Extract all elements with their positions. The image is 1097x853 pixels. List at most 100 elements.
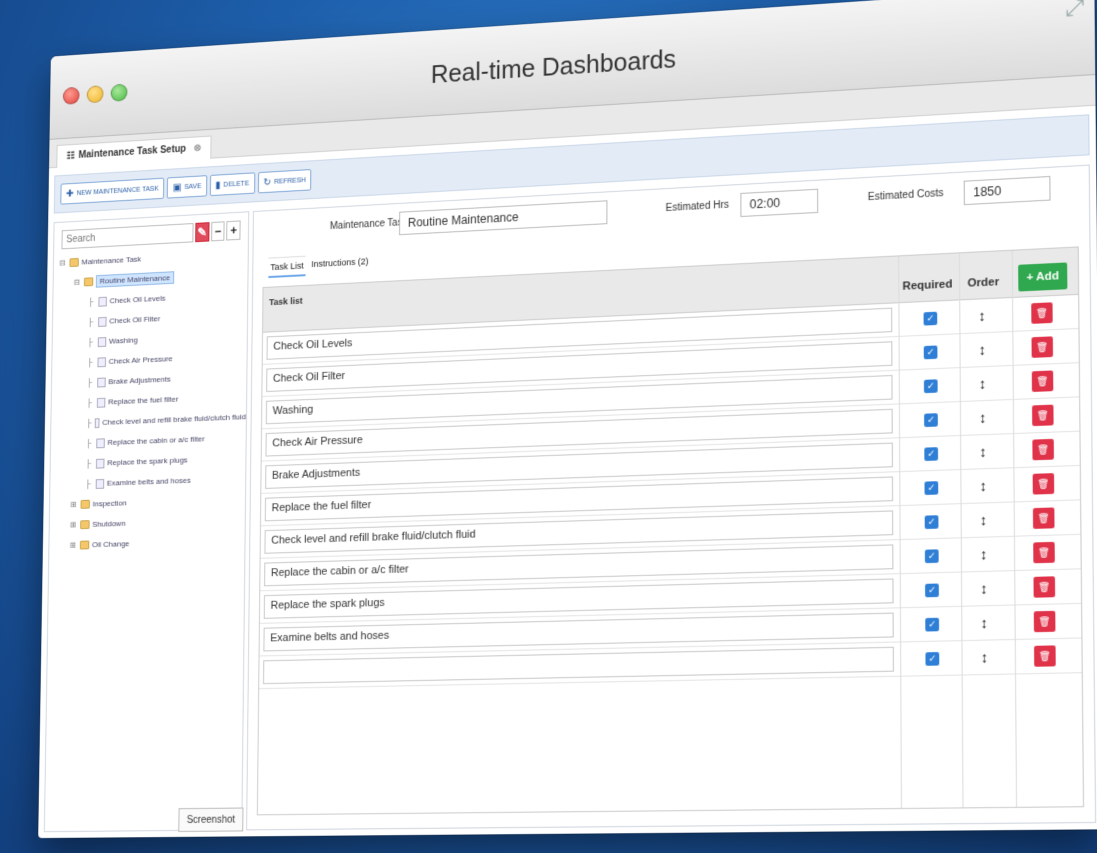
file-icon: [96, 397, 106, 408]
tree-line-icon: ├: [87, 357, 93, 367]
required-column-header: Required: [902, 278, 953, 293]
expander-icon[interactable]: ⊞: [70, 521, 78, 530]
add-task-button[interactable]: + Add: [1018, 262, 1068, 292]
drag-order-icon[interactable]: ↕: [978, 341, 986, 358]
delete-row-button[interactable]: 🗑: [1033, 610, 1056, 633]
drag-order-icon[interactable]: ↕: [980, 614, 988, 631]
tab-instructions[interactable]: Instructions (2): [309, 252, 370, 276]
expander-icon[interactable]: ⊞: [70, 500, 78, 509]
delete-row-button[interactable]: 🗑: [1031, 370, 1054, 392]
folder-icon: [80, 520, 90, 530]
tree-node-label: Oil Change: [91, 539, 130, 550]
delete-row-button[interactable]: 🗑: [1031, 336, 1054, 358]
task-name-input[interactable]: Routine Maintenance: [399, 200, 608, 236]
drag-order-icon[interactable]: ↕: [978, 307, 986, 324]
grid-icon: ☷: [66, 150, 75, 162]
tree-line-icon: ├: [85, 459, 92, 469]
file-icon: [97, 336, 107, 347]
close-tab-icon[interactable]: ⊗: [193, 143, 201, 154]
drag-order-icon[interactable]: ↕: [981, 649, 989, 666]
tab-task-list[interactable]: Task List: [268, 255, 306, 279]
file-icon: [95, 458, 105, 469]
drag-order-icon[interactable]: ↕: [980, 546, 988, 563]
required-checkbox[interactable]: ✓: [925, 651, 940, 666]
tree-search-input[interactable]: [61, 223, 194, 250]
required-checkbox[interactable]: ✓: [923, 378, 938, 393]
save-label: Save: [184, 182, 202, 191]
estimated-costs-label: Estimated Costs: [867, 187, 944, 204]
tree-node-label: Maintenance Task: [81, 254, 142, 267]
tree-node-label: Check Oil Levels: [109, 293, 166, 306]
task-column-header: Task list: [268, 295, 303, 308]
refresh-icon: ↻: [263, 176, 272, 188]
tree-node-label: Examine belts and hoses: [106, 475, 191, 488]
expander-icon[interactable]: ⊞: [70, 541, 78, 550]
drag-order-icon[interactable]: ↕: [980, 580, 988, 597]
estimated-hrs-input[interactable]: 02:00: [740, 188, 819, 218]
drag-order-icon[interactable]: ↕: [979, 477, 987, 494]
required-checkbox[interactable]: ✓: [925, 617, 940, 632]
drag-order-icon[interactable]: ↕: [979, 409, 987, 426]
delete-row-button[interactable]: 🗑: [1032, 507, 1055, 529]
main-content: ✎ − + ⊟ Maintenance Task ⊟ Routine Maintena…: [43, 164, 1097, 833]
required-checkbox[interactable]: ✓: [923, 344, 938, 359]
collapse-all-button[interactable]: −: [210, 221, 225, 242]
required-checkbox[interactable]: ✓: [924, 548, 939, 563]
expander-icon[interactable]: ⊟: [74, 278, 82, 287]
delete-row-button[interactable]: 🗑: [1031, 302, 1053, 324]
delete-row-button[interactable]: 🗑: [1032, 404, 1054, 427]
file-icon: [98, 296, 107, 307]
document-tab-label: Maintenance Task Setup: [78, 143, 187, 161]
detail-panel: Maintenance Task Routine Maintenance Est…: [246, 164, 1097, 831]
delete-button[interactable]: ▮ Delete: [209, 172, 255, 197]
new-task-button[interactable]: ✚ New Maintenance Task: [60, 177, 165, 205]
drag-order-icon[interactable]: ↕: [979, 375, 987, 392]
tree-node-label: Check level and refill brake fluid/clutc…: [102, 412, 247, 427]
tree-node-label: Washing: [108, 335, 138, 346]
save-button[interactable]: ▣ Save: [166, 175, 208, 199]
file-icon: [97, 356, 106, 367]
folder-icon: [80, 499, 90, 509]
tree-line-icon: ├: [86, 438, 92, 448]
tree-node-label: Routine Maintenance: [95, 271, 174, 288]
tree-line-icon: ├: [86, 398, 93, 408]
expand-all-button[interactable]: +: [226, 220, 241, 241]
estimated-costs-input[interactable]: 1850: [963, 175, 1051, 206]
required-checkbox[interactable]: ✓: [924, 480, 939, 495]
folder-icon: [83, 277, 94, 287]
drag-order-icon[interactable]: ↕: [980, 512, 988, 529]
floppy-icon: ▣: [172, 181, 182, 193]
required-checkbox[interactable]: ✓: [925, 582, 939, 597]
clear-search-button[interactable]: ✎: [195, 222, 210, 243]
tree-node-label: Replace the cabin or a/c filter: [107, 434, 205, 447]
tree-line-icon: ├: [88, 297, 94, 307]
expander-icon[interactable]: ⊟: [59, 259, 66, 268]
order-column-header: Order: [967, 275, 1000, 290]
folder-icon: [69, 257, 79, 268]
delete-row-button[interactable]: 🗑: [1034, 645, 1056, 667]
delete-row-button[interactable]: 🗑: [1032, 473, 1055, 495]
required-checkbox[interactable]: ✓: [923, 311, 938, 326]
required-checkbox[interactable]: ✓: [924, 412, 938, 427]
file-icon: [95, 478, 105, 489]
fullscreen-icon[interactable]: ⤢: [1065, 0, 1084, 22]
tree-node-label: Shutdown: [92, 518, 126, 529]
delete-row-button[interactable]: 🗑: [1032, 438, 1054, 461]
task-grid-rows: Check Oil Levels ✓ ↕ 🗑 Check Oil Filter ✓ ↕ 🗑 Wa…: [259, 294, 1082, 690]
refresh-button[interactable]: ↻ Refresh: [257, 169, 312, 194]
estimated-hrs-label: Estimated Hrs: [665, 199, 730, 215]
tree-node-label: Replace the fuel filter: [108, 394, 179, 407]
file-icon: [98, 316, 107, 327]
required-checkbox[interactable]: ✓: [924, 446, 939, 461]
delete-row-button[interactable]: 🗑: [1033, 576, 1056, 598]
document-tab[interactable]: ☷ Maintenance Task Setup ⊗: [56, 135, 212, 168]
drag-order-icon[interactable]: ↕: [979, 443, 987, 460]
app-window: Real-time Dashboards ⤢ ☷ Maintenance Tas…: [38, 0, 1097, 839]
tree-node-label: Inspection: [92, 498, 127, 509]
delete-row-button[interactable]: 🗑: [1033, 541, 1055, 564]
file-icon: [97, 377, 106, 388]
tree-line-icon: ├: [86, 418, 92, 428]
required-checkbox[interactable]: ✓: [924, 514, 939, 529]
task-name-label: Maintenance Task: [329, 217, 408, 233]
screenshot-tab[interactable]: Screenshot: [178, 807, 244, 832]
